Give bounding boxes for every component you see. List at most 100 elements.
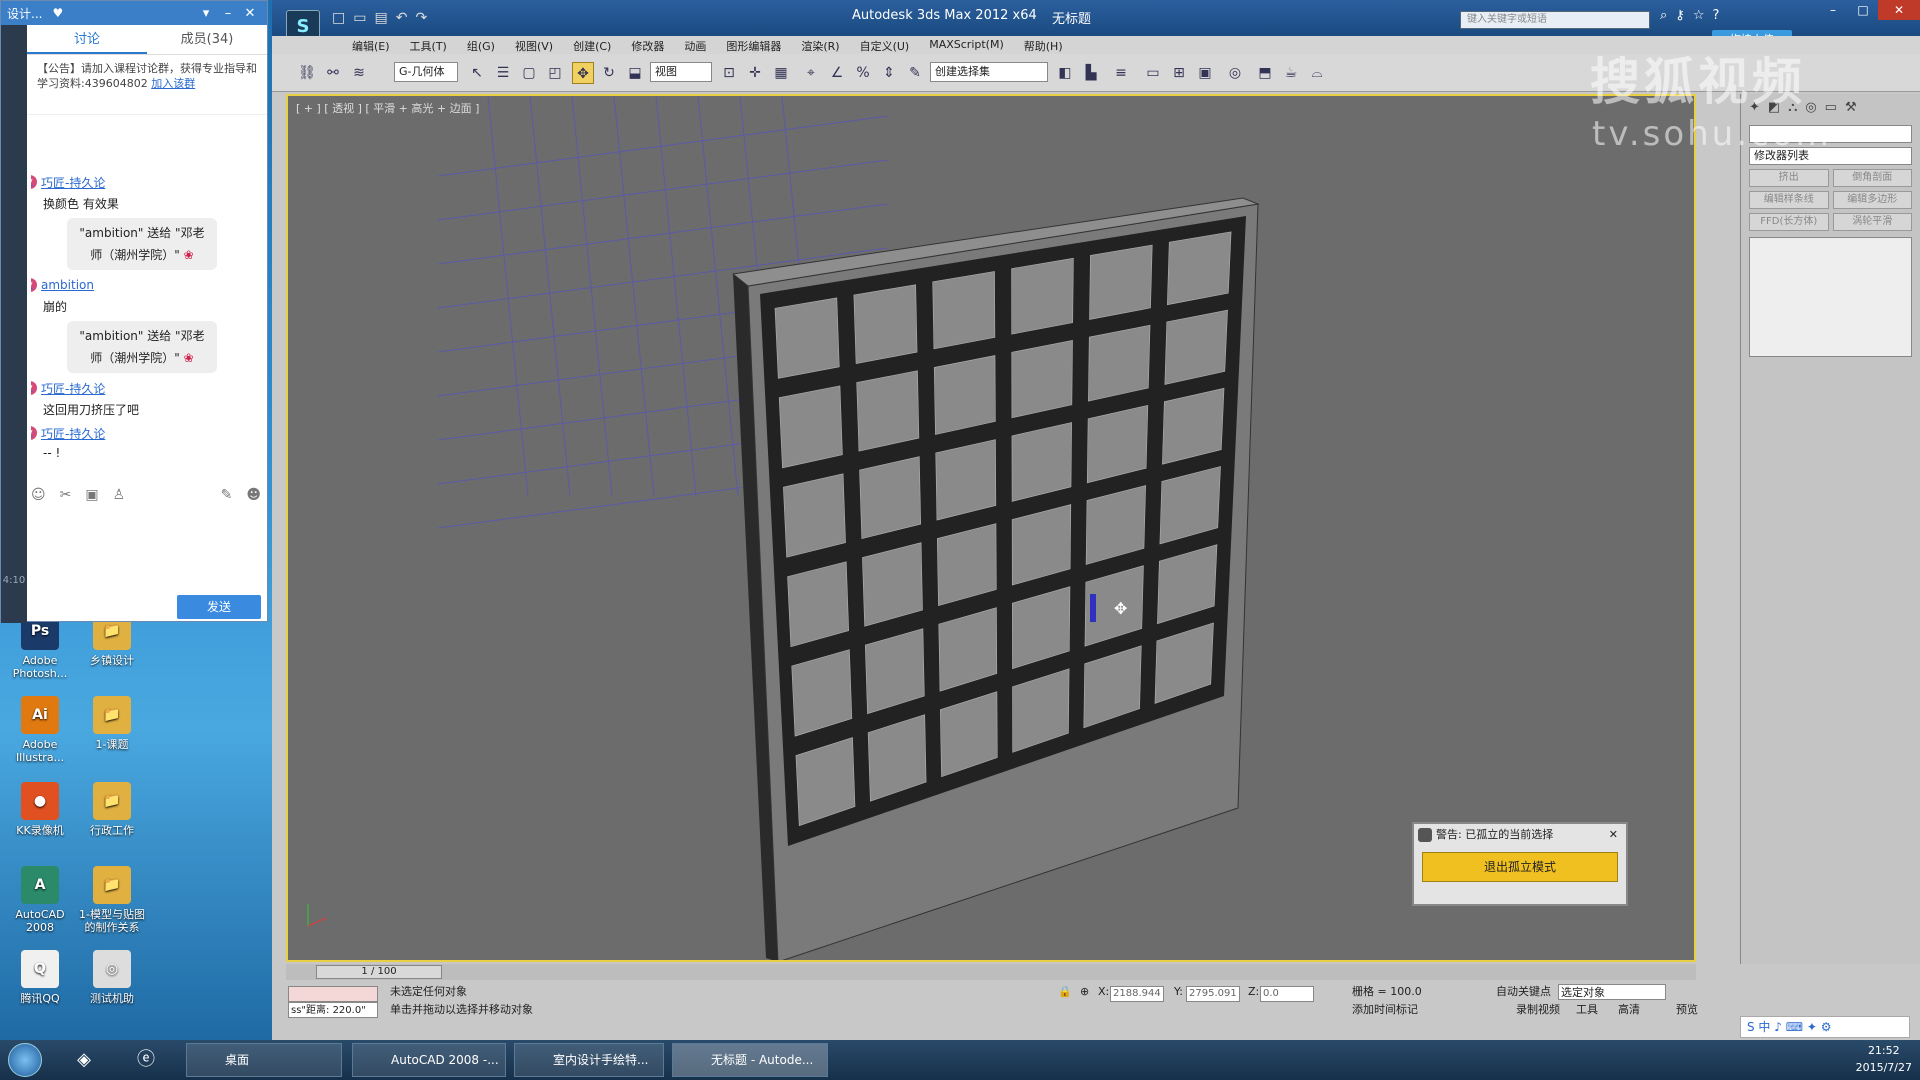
percent-snap-icon[interactable]: % (852, 62, 874, 84)
tab-discussion[interactable]: 讨论 (27, 25, 147, 54)
desktop-icon[interactable]: Q 腾讯QQ (4, 950, 76, 1005)
select-by-name-icon[interactable]: ☰ (492, 62, 514, 84)
modifier-button[interactable]: 编辑多边形 (1832, 191, 1912, 209)
author-name[interactable]: 巧匠-持久论 (41, 174, 105, 191)
mirror-icon[interactable]: ◧ (1054, 62, 1076, 84)
max-button[interactable]: □ (1848, 0, 1878, 20)
message-author[interactable]: v 巧匠-持久论 (31, 424, 251, 442)
send-button[interactable]: 发送 (177, 595, 261, 619)
desktop-icon[interactable]: A AutoCAD 2008 (4, 866, 76, 934)
snap-icon[interactable]: ⌖ (800, 62, 822, 84)
taskbar-task[interactable]: 桌面 (186, 1043, 342, 1077)
ime-toolbar[interactable]: S 中 ♪ ⌨ ✦ ⚙ (1740, 1016, 1910, 1038)
close-button[interactable]: ✕ (239, 6, 261, 21)
render-frame-icon[interactable]: ⬒ (1254, 62, 1276, 84)
motion-tab-icon[interactable]: ◎ (1805, 100, 1816, 115)
unlink-icon[interactable]: ⚯ (322, 62, 344, 84)
taskbar-task[interactable]: AutoCAD 2008 -... (352, 1043, 506, 1077)
desktop-icon[interactable]: Ai Adobe Illustra... (4, 696, 76, 764)
menu-item[interactable]: 帮助(H) (1014, 36, 1073, 54)
region-icon[interactable]: ▢ (518, 62, 540, 84)
tab-members[interactable]: 成员(34) (147, 25, 267, 54)
close-icon[interactable]: ✕ (1609, 824, 1618, 846)
modifier-button[interactable]: 挤出 (1749, 169, 1829, 187)
render-icon[interactable]: ☕ (1280, 62, 1302, 84)
utilities-tab-icon[interactable]: ⚒ (1845, 100, 1857, 115)
desktop-icon[interactable]: 📁 行政工作 (76, 782, 148, 837)
bind-icon[interactable]: ≋ (348, 62, 370, 84)
exit-isolation-button[interactable]: 退出孤立模式 (1422, 852, 1618, 882)
auto-key-label[interactable]: 自动关键点 (1496, 984, 1551, 1000)
close-window-button[interactable]: ✕ (1878, 0, 1920, 20)
new-icon[interactable]: □ (332, 10, 345, 26)
menu-item[interactable]: 工具(T) (400, 36, 457, 54)
pinned-app-icon[interactable]: ◈ (62, 1044, 106, 1076)
manipulate-icon[interactable]: ✛ (744, 62, 766, 84)
window-crossing-icon[interactable]: ◰ (544, 62, 566, 84)
minimize-button[interactable]: – (217, 6, 239, 21)
author-name[interactable]: 巧匠-持久论 (41, 380, 105, 397)
star-icon[interactable]: ☆ (1693, 8, 1705, 23)
pivot-icon[interactable]: ⊡ (718, 62, 740, 84)
open-icon[interactable]: ▭ (353, 10, 366, 26)
rotate-icon[interactable]: ↻ (598, 62, 620, 84)
curve-editor-icon[interactable]: ▭ (1142, 62, 1164, 84)
record-video[interactable]: 录制视频 (1516, 1002, 1560, 1018)
edit-icon[interactable]: ✎ (221, 487, 233, 503)
author-name[interactable]: 巧匠-持久论 (41, 425, 105, 442)
modifier-button[interactable]: 编辑样条线 (1749, 191, 1829, 209)
modifier-button[interactable]: 涡轮平滑 (1832, 213, 1912, 231)
absolute-mode-icon[interactable]: ⊕ (1080, 984, 1089, 1000)
timeline[interactable]: 1 / 100 (286, 964, 1696, 980)
desktop-icon[interactable]: ● KK录像机 (4, 782, 76, 837)
clock-date[interactable]: 2015/7/27 (1856, 1059, 1912, 1076)
schematic-icon[interactable]: ⊞ (1168, 62, 1190, 84)
render-setup-icon[interactable]: ◎ (1224, 62, 1246, 84)
add-time-tag[interactable]: 添加时间标记 (1352, 1002, 1418, 1018)
min-button[interactable]: – (1818, 0, 1848, 20)
material-editor-icon[interactable]: ▣ (1194, 62, 1216, 84)
coord-z[interactable]: 0.0 (1260, 986, 1314, 1002)
menu-item[interactable]: 组(G) (457, 36, 505, 54)
start-button[interactable] (8, 1043, 42, 1077)
maxscript-output[interactable]: ss"距离: 220.0" (288, 1002, 378, 1018)
key-icon[interactable]: ⚷ (1675, 8, 1685, 23)
preview-menu[interactable]: 预览 (1676, 1002, 1698, 1018)
menu-item[interactable]: 动画 (674, 36, 716, 54)
redo-icon[interactable]: ↷ (415, 10, 427, 26)
maxscript-listener[interactable] (288, 986, 378, 1002)
author-name[interactable]: ambition (41, 278, 94, 292)
move-icon[interactable]: ✥ (572, 62, 594, 84)
selection-filter-dropdown[interactable]: G-几何体 (394, 62, 458, 82)
scale-icon[interactable]: ⬓ (624, 62, 646, 84)
menu-item[interactable]: 视图(V) (505, 36, 563, 54)
tools-menu[interactable]: 工具 (1576, 1002, 1598, 1018)
menu-item[interactable]: MAXScript(M) (919, 36, 1014, 54)
named-selection-dropdown[interactable]: 创建选择集 (930, 62, 1048, 82)
clock-time[interactable]: 21:52 (1856, 1042, 1912, 1059)
search-input[interactable]: 键入关键字或短语 (1460, 11, 1650, 29)
dropdown-icon[interactable]: ▾ (195, 6, 217, 21)
display-tab-icon[interactable]: ▭ (1825, 100, 1837, 115)
menu-item[interactable]: 图形编辑器 (716, 36, 791, 54)
menu-item[interactable]: 创建(C) (563, 36, 621, 54)
align-icon[interactable]: ▙ (1080, 62, 1102, 84)
menu-item[interactable]: 修改器 (621, 36, 674, 54)
undo-icon[interactable]: ↶ (396, 10, 408, 26)
coord-y[interactable]: 2795.091 (1186, 986, 1240, 1002)
desktop-icon[interactable]: ◎ 测试机助 (76, 950, 148, 1005)
teapot-icon[interactable]: ⌓ (1306, 62, 1328, 84)
modifier-button[interactable]: 倒角剖面 (1832, 169, 1912, 187)
message-author[interactable]: v 巧匠-持久论 (31, 379, 251, 397)
hd-menu[interactable]: 高清 (1618, 1002, 1640, 1018)
taskbar-task[interactable]: 室内设计手绘特... (514, 1043, 664, 1077)
taskbar-task[interactable]: 无标题 - Autode... (672, 1043, 828, 1077)
scissors-icon[interactable]: ✂ (60, 487, 72, 503)
spinner-snap-icon[interactable]: ⇕ (878, 62, 900, 84)
modifier-stack[interactable] (1749, 237, 1912, 357)
keyboard-icon[interactable]: ▦ (770, 62, 792, 84)
key-filter-dropdown[interactable]: 选定对象 (1558, 984, 1666, 1000)
gift-icon[interactable]: ♙ (113, 487, 126, 503)
coord-x[interactable]: 2188.944 (1110, 986, 1164, 1002)
modifier-button[interactable]: FFD(长方体) (1749, 213, 1829, 231)
